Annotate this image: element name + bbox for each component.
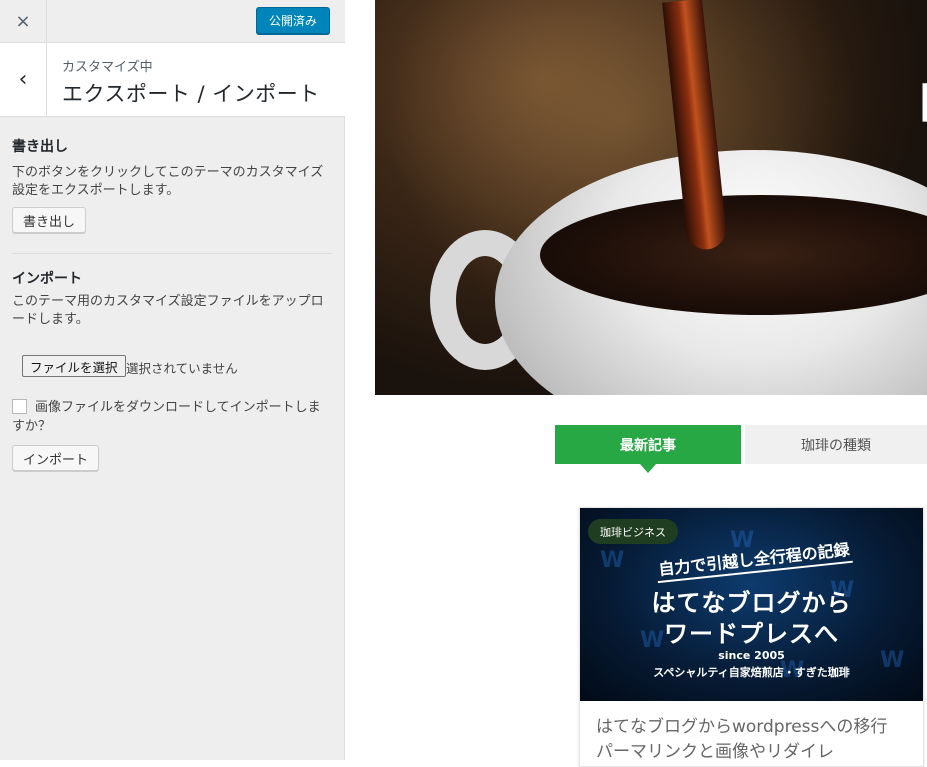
file-status-text: 選択されていません xyxy=(126,361,238,376)
section-header: ‹ カスタマイズ中 エクスポート / インポート xyxy=(0,43,345,117)
wp-logo-pattern: W xyxy=(600,548,625,573)
hero-text: 「 xyxy=(887,68,927,149)
section-title: エクスポート / インポート xyxy=(62,82,320,106)
publish-button[interactable]: 公開済み xyxy=(256,7,330,34)
section-subtitle: カスタマイズ中 xyxy=(62,60,153,75)
tab-coffee-types[interactable]: 珈琲の種類 xyxy=(745,425,927,464)
import-description: このテーマ用のカスタマイズ設定ファイルをアップロードします。 xyxy=(12,294,324,327)
export-description: 下のボタンをクリックしてこのテーマのカスタマイズ設定をエクスポートします。 xyxy=(12,165,324,198)
back-arrow-icon[interactable]: ‹ xyxy=(0,43,47,116)
export-heading: 書き出し xyxy=(12,139,68,155)
tab-latest-posts[interactable]: 最新記事 xyxy=(555,425,741,464)
download-images-label: 画像ファイルをダウンロードしてインポートしますか？ xyxy=(12,400,321,434)
hero-image: 「 xyxy=(375,0,927,395)
customizer-sidebar: × 公開済み ‹ カスタマイズ中 エクスポート / インポート 書き出し 下のボ… xyxy=(0,0,345,760)
post-card[interactable]: W W W W W W 珈琲ビジネス 自力で引越し全行程の記録 はてなブログから… xyxy=(579,507,924,767)
thumbnail-since: since 2005 xyxy=(718,649,785,662)
customizer-topbar: × 公開済み xyxy=(0,0,345,43)
post-thumbnail: W W W W W W 珈琲ビジネス 自力で引越し全行程の記録 はてなブログから… xyxy=(580,508,923,701)
category-badge[interactable]: 珈琲ビジネス xyxy=(588,519,678,544)
thumbnail-title-line1: はてなブログから xyxy=(651,589,852,617)
import-button[interactable]: インポート xyxy=(12,445,100,471)
thumbnail-title-line2: ワードプレスへ xyxy=(664,620,839,648)
export-button[interactable]: 書き出し xyxy=(12,207,87,233)
post-title[interactable]: はてなブログからwordpressへの移行 パーマリンクと画像やリダイレ xyxy=(596,715,914,765)
section-divider xyxy=(12,253,332,254)
close-icon[interactable]: × xyxy=(0,0,47,42)
download-images-checkbox[interactable] xyxy=(12,399,27,414)
active-tab-arrow xyxy=(640,464,656,473)
thumbnail-shop-name: スペシャルティ自家焙煎店・すぎた珈琲 xyxy=(653,666,850,679)
choose-file-button[interactable]: ファイルを選択 xyxy=(22,355,126,377)
import-heading: インポート xyxy=(12,271,82,287)
